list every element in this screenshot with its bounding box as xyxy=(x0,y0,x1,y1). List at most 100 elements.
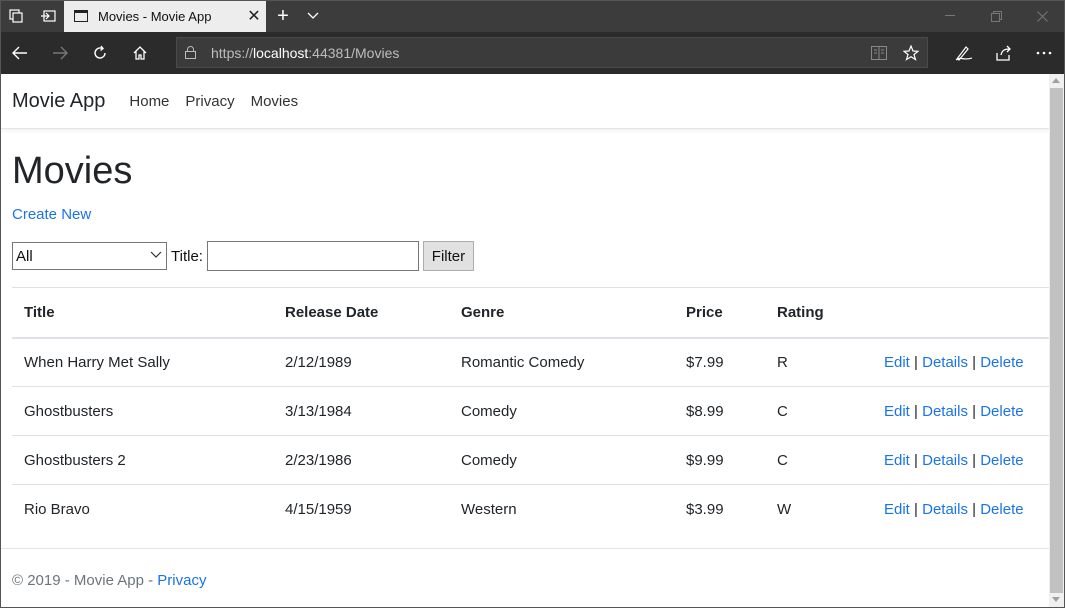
edit-link[interactable]: Edit xyxy=(884,354,910,371)
delete-link[interactable]: Delete xyxy=(980,452,1023,469)
brand-link[interactable]: Movie App xyxy=(12,90,105,113)
cell-actions: Edit | Details | Delete xyxy=(872,386,1049,436)
filter-button[interactable]: Filter xyxy=(422,241,474,271)
table-row: Ghostbusters 2 2/23/1986 Comedy $9.99 C … xyxy=(12,435,1049,485)
tab-title: Movies - Movie App xyxy=(98,8,212,24)
title-search-input[interactable] xyxy=(206,241,419,271)
title-label: Title: xyxy=(171,247,203,265)
cell-release-date: 2/12/1989 xyxy=(273,337,449,387)
close-window-icon[interactable] xyxy=(1019,0,1065,32)
favorite-star-icon[interactable] xyxy=(895,38,927,68)
separator: | xyxy=(972,451,977,469)
table-row: Ghostbusters 3/13/1984 Comedy $8.99 C Ed… xyxy=(12,386,1049,436)
header-release-date: Release Date xyxy=(273,287,449,339)
set-aside-tabs-icon[interactable] xyxy=(32,0,64,32)
tab-actions-icon[interactable] xyxy=(0,0,32,32)
separator: | xyxy=(914,451,918,469)
share-icon[interactable] xyxy=(984,32,1024,74)
cell-release-date: 2/23/1986 xyxy=(273,435,449,485)
details-link[interactable]: Details xyxy=(922,403,968,420)
cell-genre: Comedy xyxy=(449,435,674,485)
create-new-link[interactable]: Create New xyxy=(12,206,91,223)
details-link[interactable]: Details xyxy=(922,354,968,371)
nav-privacy[interactable]: Privacy xyxy=(185,93,234,110)
separator: | xyxy=(914,353,918,371)
header-actions xyxy=(872,287,1049,339)
refresh-icon[interactable] xyxy=(80,32,120,74)
cell-release-date: 3/13/1984 xyxy=(273,386,449,436)
header-rating: Rating xyxy=(765,287,872,339)
url-text[interactable]: https://localhost:44381/Movies xyxy=(211,45,863,61)
table-row: When Harry Met Sally 2/12/1989 Romantic … xyxy=(12,337,1049,387)
scroll-up-arrow-icon[interactable] xyxy=(1052,78,1060,83)
new-tab-icon[interactable]: + xyxy=(270,0,296,32)
page-icon xyxy=(74,10,88,22)
tab-movies[interactable]: Movies - Movie App ✕ xyxy=(64,0,266,32)
details-link[interactable]: Details xyxy=(922,501,968,518)
lock-icon[interactable] xyxy=(177,38,203,68)
cell-genre: Western xyxy=(449,484,674,534)
cell-price: $3.99 xyxy=(674,484,765,534)
cell-price: $9.99 xyxy=(674,435,765,485)
details-link[interactable]: Details xyxy=(922,452,968,469)
minimize-icon[interactable] xyxy=(927,0,973,32)
footer: © 2019 - Movie App - Privacy xyxy=(1,548,1049,607)
browser-title-bar: Movies - Movie App ✕ + xyxy=(0,0,1065,32)
header-genre: Genre xyxy=(449,287,674,339)
header-title: Title xyxy=(12,287,273,339)
delete-link[interactable]: Delete xyxy=(980,403,1023,420)
cell-price: $7.99 xyxy=(674,337,765,387)
home-icon[interactable] xyxy=(120,32,160,74)
cell-title: When Harry Met Sally xyxy=(12,337,273,387)
cell-rating: R xyxy=(765,337,872,387)
browser-toolbar: https://localhost:44381/Movies xyxy=(0,32,1065,74)
nav-home[interactable]: Home xyxy=(129,93,169,110)
separator: | xyxy=(972,353,977,371)
cell-genre: Comedy xyxy=(449,386,674,436)
vertical-scrollbar[interactable] xyxy=(1049,74,1064,607)
cell-actions: Edit | Details | Delete xyxy=(872,435,1049,485)
web-page: Movie App Home Privacy Movies Movies Cre… xyxy=(1,74,1049,607)
edit-link[interactable]: Edit xyxy=(884,501,910,518)
more-icon[interactable] xyxy=(1024,32,1064,74)
cell-actions: Edit | Details | Delete xyxy=(872,484,1049,534)
cell-price: $8.99 xyxy=(674,386,765,436)
app-navbar: Movie App Home Privacy Movies xyxy=(1,74,1049,129)
edit-link[interactable]: Edit xyxy=(884,452,910,469)
cell-rating: W xyxy=(765,484,872,534)
filter-form: All Title: Filter xyxy=(12,241,474,271)
separator: | xyxy=(914,402,918,420)
table-header-row: Title Release Date Genre Price Rating xyxy=(12,287,1049,339)
edit-link[interactable]: Edit xyxy=(884,403,910,420)
back-icon[interactable] xyxy=(0,32,40,74)
table-row: Rio Bravo 4/15/1959 Western $3.99 W Edit… xyxy=(12,484,1049,534)
genre-selected-value: All xyxy=(16,247,33,265)
cell-release-date: 4/15/1959 xyxy=(273,484,449,534)
cell-rating: C xyxy=(765,386,872,436)
cell-title: Rio Bravo xyxy=(12,484,273,534)
footer-privacy-link[interactable]: Privacy xyxy=(157,572,206,589)
cell-rating: C xyxy=(765,435,872,485)
cell-title: Ghostbusters xyxy=(12,386,273,436)
restore-icon[interactable] xyxy=(973,0,1019,32)
forward-icon[interactable] xyxy=(40,32,80,74)
scroll-down-arrow-icon[interactable] xyxy=(1052,597,1060,602)
cell-title: Ghostbusters 2 xyxy=(12,435,273,485)
cell-genre: Romantic Comedy xyxy=(449,337,674,387)
delete-link[interactable]: Delete xyxy=(980,354,1023,371)
chevron-down-icon[interactable] xyxy=(300,0,326,32)
separator: | xyxy=(914,500,918,518)
copyright-text: © 2019 - Movie App - xyxy=(12,572,158,589)
address-bar[interactable]: https://localhost:44381/Movies xyxy=(176,37,928,68)
separator: | xyxy=(972,500,977,518)
close-tab-icon[interactable]: ✕ xyxy=(242,6,266,26)
genre-select[interactable]: All xyxy=(12,242,167,270)
pen-icon[interactable] xyxy=(944,32,984,74)
delete-link[interactable]: Delete xyxy=(980,501,1023,518)
nav-movies[interactable]: Movies xyxy=(251,93,299,110)
scroll-thumb[interactable] xyxy=(1050,88,1063,593)
movies-table: Title Release Date Genre Price Rating Wh… xyxy=(12,287,1049,534)
cell-actions: Edit | Details | Delete xyxy=(872,337,1049,387)
reading-view-icon[interactable] xyxy=(863,38,895,68)
chevron-down-icon xyxy=(150,251,162,258)
